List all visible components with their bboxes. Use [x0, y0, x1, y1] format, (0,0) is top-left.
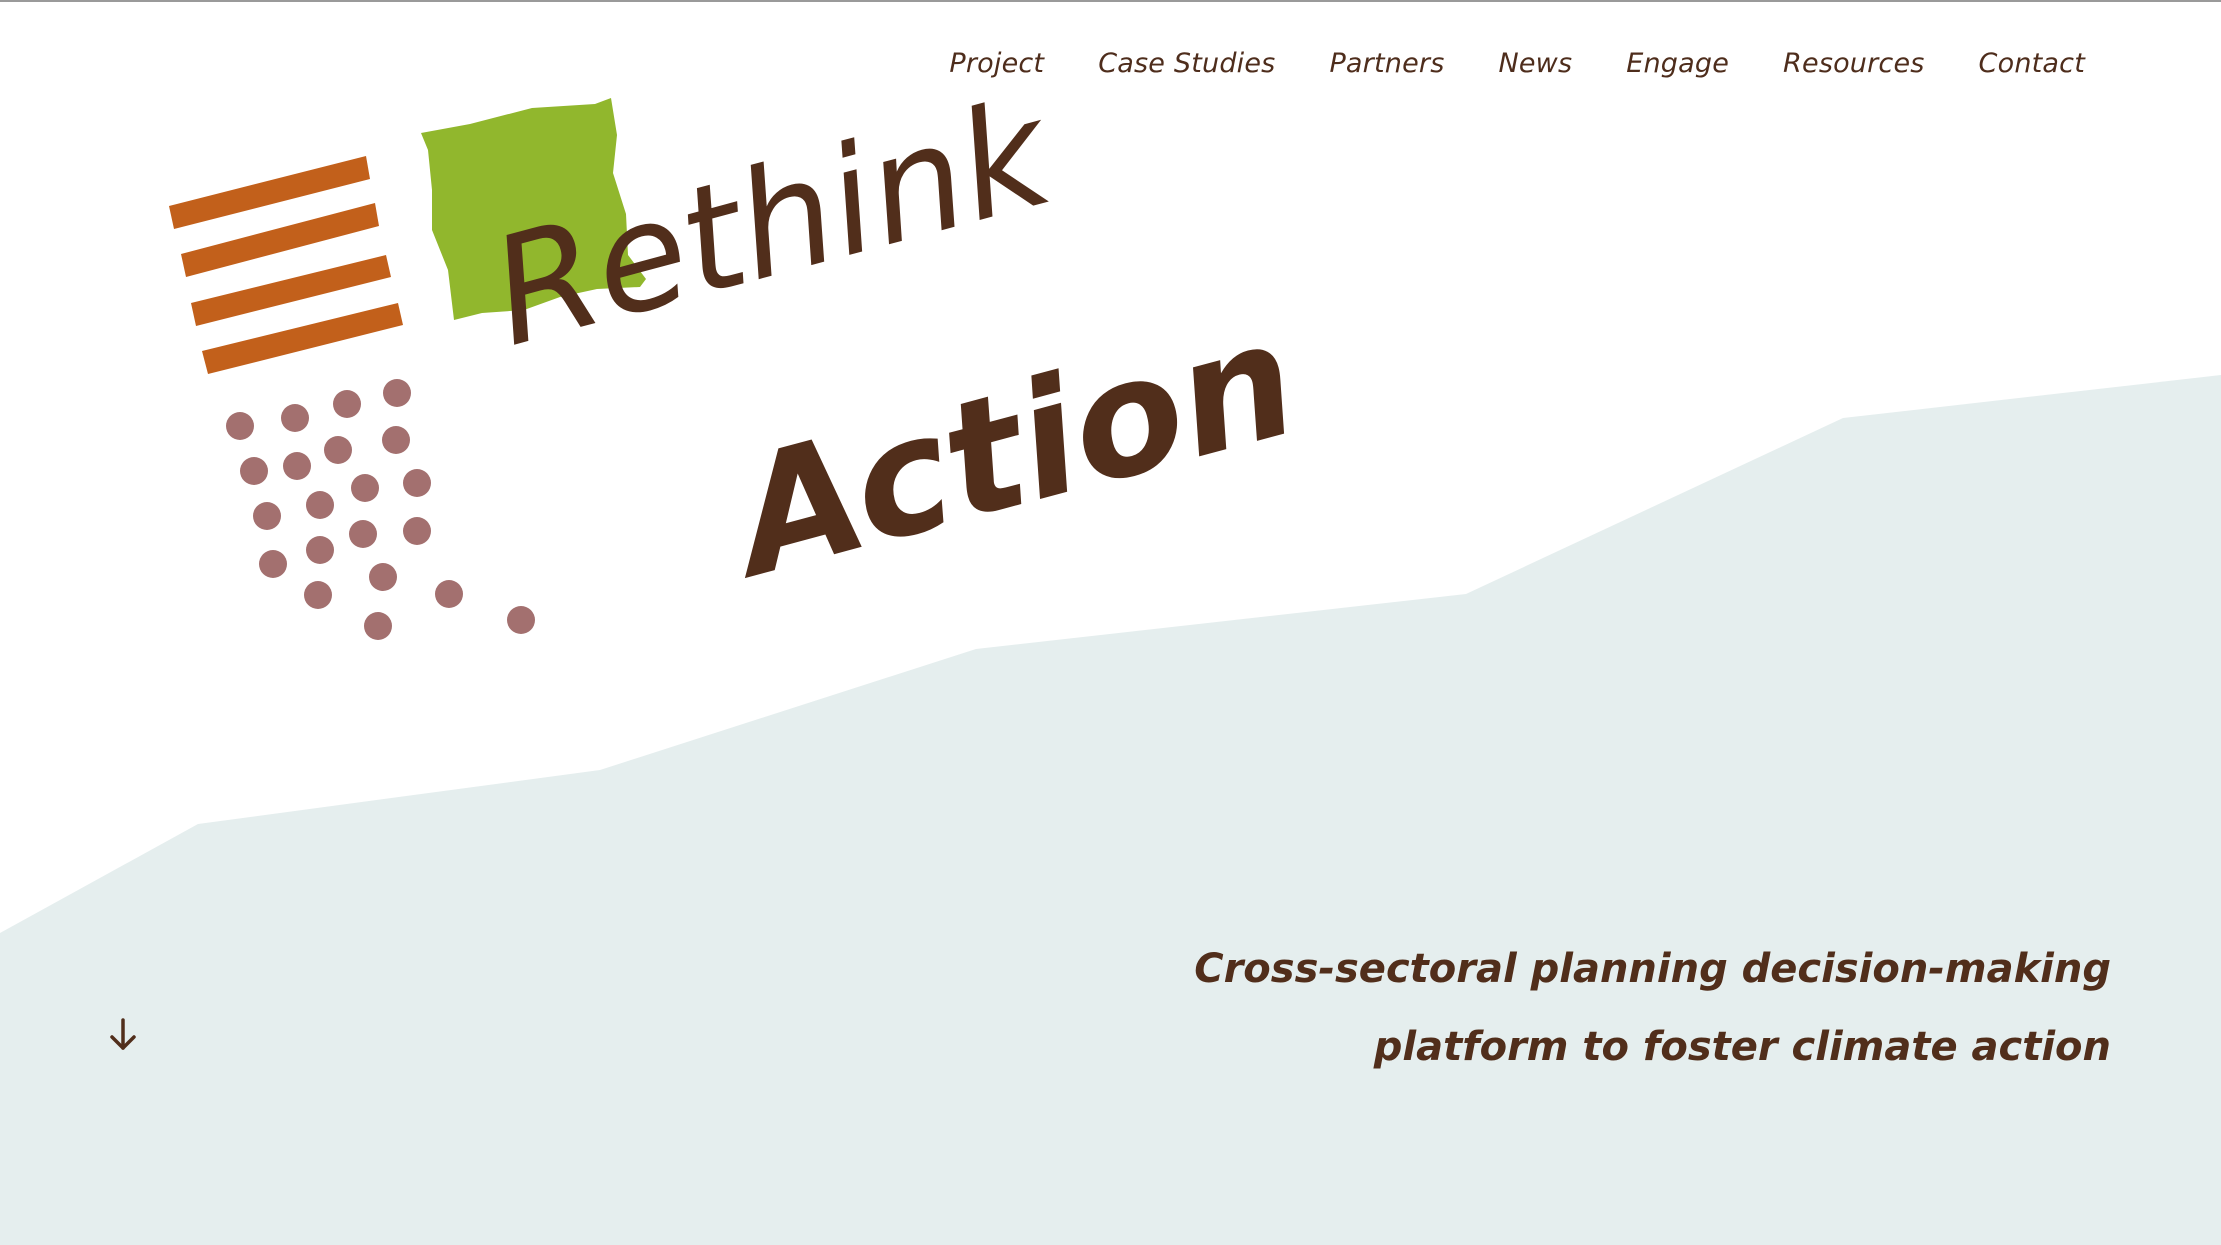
nav-resources[interactable]: Resources [1783, 48, 1925, 79]
main-nav: Project Case Studies Partners News Engag… [949, 48, 2085, 79]
tagline-line-1: Cross-sectoral planning decision-making [1194, 946, 2111, 992]
nav-contact[interactable]: Contact [1979, 48, 2085, 79]
arrow-down-icon[interactable] [108, 1015, 138, 1055]
logo-dots-icon [226, 379, 535, 640]
nav-partners[interactable]: Partners [1329, 48, 1444, 79]
nav-news[interactable]: News [1498, 48, 1572, 79]
hero-tagline: Cross-sectoral planning decision-making … [1111, 930, 2111, 1086]
nav-case-studies[interactable]: Case Studies [1098, 48, 1275, 79]
tagline-line-2: platform to foster climate action [1373, 1024, 2111, 1070]
nav-engage[interactable]: Engage [1626, 48, 1729, 79]
logo-stripes-icon [169, 156, 403, 374]
